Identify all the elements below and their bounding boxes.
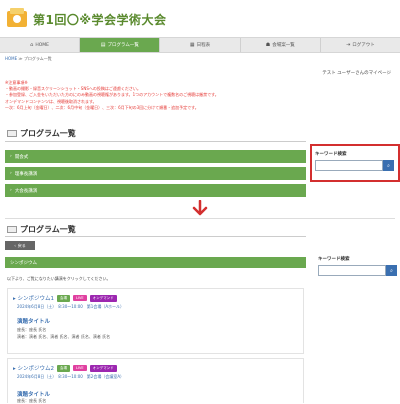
chair-line: 座長：座長 氏名 (17, 327, 47, 332)
chevron-right-icon: › (10, 154, 12, 159)
nav-schedule[interactable]: ▦ 日程表 (160, 38, 241, 52)
keyword-search-lower: キーワード検索 ⌕ (318, 256, 397, 276)
program-meta: 2024年6月8日（土） 8:30〜10:00 第2会場（会議室A） (17, 374, 125, 379)
live-badge: LIVE (73, 295, 87, 301)
chair-line: 座長：座長 氏名 (17, 398, 47, 403)
nav-home[interactable]: ⌂ HOME (0, 38, 81, 52)
site-header: 第1回〇※学会学術大会 (0, 0, 400, 36)
talk-title[interactable]: 演題タイトル (17, 317, 50, 325)
nav-logout[interactable]: ⇥ ログアウト (321, 38, 400, 52)
chevron-right-icon: › (10, 171, 12, 176)
instruction-text: 以下より、ご覧になりたい講演をクリックしてください。 (7, 276, 111, 281)
book-icon (7, 226, 17, 233)
program-name[interactable]: シンポジウム2 (13, 364, 55, 372)
chevron-left-icon: ‹ (14, 243, 16, 248)
group-icon: ☗ (265, 42, 271, 48)
page-title-lower: プログラム一覧 (7, 224, 76, 235)
search-button[interactable]: ⌕ (386, 265, 397, 276)
section-divider (5, 218, 395, 219)
title-rule (5, 141, 306, 142)
search-highlight-frame (310, 144, 400, 182)
program-name[interactable]: シンポジウム1 (13, 294, 55, 302)
program-card[interactable]: シンポジウム1 会場 LIVE オンデマンド 2024年6月8日（土） 8:30… (7, 288, 304, 354)
program-list-icon: ▤ (100, 42, 106, 48)
mypage-link[interactable]: テスト ユーザーさんのマイページ (322, 70, 391, 76)
title-rule-lower (5, 236, 306, 237)
talk-title[interactable]: 演題タイトル (17, 390, 50, 398)
program-card[interactable]: シンポジウム2 会場 LIVE オンデマンド 2024年6月8日（土） 8:30… (7, 358, 304, 403)
venue-badge: 会場 (57, 364, 71, 372)
category-bar: シンポジウム (5, 257, 306, 268)
chevron-right-icon: › (10, 188, 12, 193)
logout-icon: ⇥ (346, 42, 351, 48)
ondemand-badge: オンデマンド (89, 364, 117, 372)
program-meta: 2024年6月8日（土） 8:30〜10:00 第1会場（Aホール） (17, 304, 125, 309)
breadcrumb-current: プログラム一覧 (23, 56, 52, 61)
accordion-opening[interactable]: › 開会式 (5, 150, 306, 163)
nav-venue-list[interactable]: ☗ 会場案一覧 (241, 38, 321, 52)
calendar-icon: ▦ (189, 42, 195, 48)
breadcrumb: HOME ≫ プログラム一覧 (5, 56, 52, 61)
logo-icon (7, 8, 27, 27)
ondemand-badge: オンデマンド (89, 294, 117, 302)
back-button[interactable]: ‹ 戻る (5, 241, 35, 250)
accordion-chairman-lecture[interactable]: › 理事長講演 (5, 167, 306, 180)
venue-badge: 会場 (57, 294, 71, 302)
notice-block: ※注意事項※ ・動画の撮影・録音スクリーンショット・SNSへの投稿はご遠慮くださ… (5, 80, 219, 110)
search-input[interactable] (318, 265, 386, 276)
page-title: プログラム一覧 (7, 128, 76, 139)
site-title: 第1回〇※学会学術大会 (33, 13, 167, 27)
nav-program-list[interactable]: ▤ プログラム一覧 (80, 38, 161, 52)
arrow-down-icon (192, 200, 208, 216)
breadcrumb-home[interactable]: HOME (5, 56, 17, 61)
accordion-president-lecture[interactable]: › 大会長講演 (5, 184, 306, 197)
book-icon (7, 130, 17, 137)
search-icon: ⌕ (390, 267, 393, 274)
main-nav: ⌂ HOME ▤ プログラム一覧 ▦ 日程表 ☗ 会場案一覧 ⇥ ログアウト (0, 37, 400, 53)
live-badge: LIVE (73, 365, 87, 371)
home-icon: ⌂ (30, 42, 34, 48)
speaker-line: 演者：演者 氏名、演者 氏名、演者 氏名、演者 氏名 (17, 334, 111, 339)
